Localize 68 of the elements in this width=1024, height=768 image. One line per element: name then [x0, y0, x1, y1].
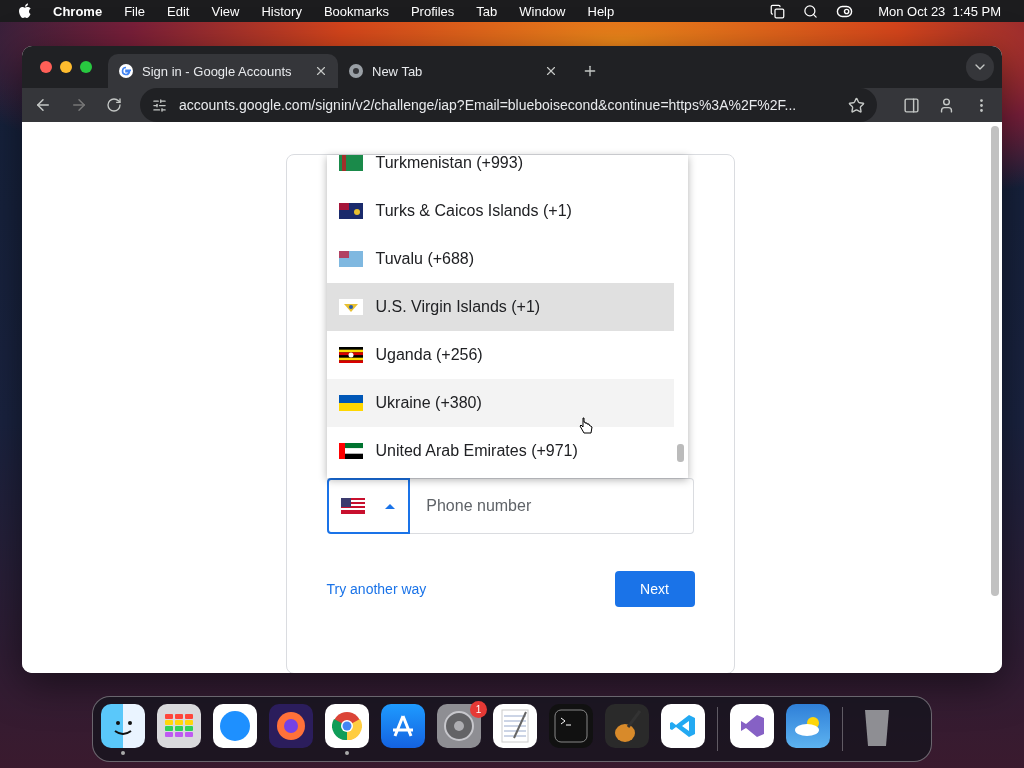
- site-settings-icon[interactable]: [152, 97, 167, 113]
- minimize-window-button[interactable]: [60, 61, 72, 73]
- bookmark-star-icon[interactable]: [848, 96, 865, 114]
- menu-item[interactable]: Chrome: [42, 3, 114, 19]
- flag-icon: [338, 395, 363, 411]
- window-icon[interactable]: [770, 3, 786, 19]
- scrollbar-thumb[interactable]: [677, 444, 684, 462]
- tab-title: Sign in - Google Accounts: [142, 63, 293, 79]
- flag-icon: [338, 299, 363, 315]
- new-tab-button[interactable]: [582, 63, 598, 79]
- browser-tab[interactable]: New Tab: [338, 54, 568, 88]
- apple-icon[interactable]: [18, 3, 32, 19]
- side-panel-icon[interactable]: [903, 96, 920, 114]
- tab-title: New Tab: [372, 63, 424, 79]
- globe-icon: [348, 63, 364, 79]
- menu-item[interactable]: Help: [576, 3, 626, 19]
- menu-item[interactable]: View: [200, 3, 251, 19]
- browser-tab[interactable]: Sign in - Google Accounts: [108, 54, 338, 88]
- launchpad-icon[interactable]: [157, 703, 201, 748]
- finder-icon[interactable]: [101, 703, 145, 748]
- app-store-icon[interactable]: [381, 703, 425, 748]
- flag-icon: [338, 443, 363, 459]
- profile-icon[interactable]: [938, 96, 955, 114]
- hand-cursor-icon: [578, 417, 593, 435]
- notification-badge: 1: [470, 701, 487, 718]
- phone-number-field[interactable]: Phone number: [410, 478, 694, 534]
- flag-icon: [338, 347, 363, 363]
- close-window-button[interactable]: [40, 61, 52, 73]
- country-option[interactable]: U.S. Virgin Islands (+1): [326, 283, 674, 331]
- scrollbar-thumb[interactable]: [991, 126, 999, 596]
- country-option[interactable]: Turkmenistan (+993): [326, 155, 674, 187]
- chrome-icon[interactable]: [325, 703, 369, 748]
- menu-item[interactable]: Edit: [156, 3, 201, 19]
- flag-icon: [338, 203, 363, 219]
- reload-icon[interactable]: [106, 97, 122, 113]
- code-editor-icon[interactable]: [661, 703, 705, 748]
- flag-icon: [338, 155, 363, 171]
- country-selector[interactable]: [326, 478, 411, 534]
- tab-search-button[interactable]: [966, 53, 994, 81]
- forward-icon[interactable]: [70, 96, 88, 114]
- clock: Mon Oct 23 1:45 PM: [877, 3, 1002, 19]
- back-icon[interactable]: [34, 96, 52, 114]
- menu-item[interactable]: Bookmarks: [312, 3, 400, 19]
- terminal-icon[interactable]: [549, 703, 593, 748]
- weather-icon[interactable]: [786, 703, 830, 748]
- close-icon[interactable]: [544, 64, 558, 78]
- menu-item[interactable]: Profiles: [399, 3, 466, 19]
- guitar-icon[interactable]: [605, 703, 649, 748]
- url-text: accounts.google.com/signin/v2/challenge/iap?Email=blueboisecond&continue=https%3A%2F%2F...: [179, 97, 798, 113]
- zoom-window-button[interactable]: [80, 61, 92, 73]
- search-icon[interactable]: [803, 3, 819, 19]
- country-option[interactable]: Ukraine (+380): [326, 379, 674, 427]
- settings-icon[interactable]: [437, 703, 481, 748]
- g-logo-icon: [118, 63, 134, 79]
- address-bar[interactable]: accounts.google.com/signin/v2/challenge/iap?Email=blueboisecond&continue=https%3A%2F%2F...: [140, 88, 877, 122]
- menu-item[interactable]: History: [250, 3, 313, 19]
- caret-icon: [385, 503, 396, 509]
- firefox-icon[interactable]: [269, 703, 313, 748]
- menu-item[interactable]: Tab: [465, 3, 509, 19]
- notepad-icon[interactable]: [493, 703, 537, 748]
- close-icon[interactable]: [314, 64, 328, 78]
- try-another-way-link[interactable]: Try another way: [326, 581, 427, 597]
- flag-icon: [341, 498, 366, 514]
- menu-item[interactable]: File: [113, 3, 157, 19]
- flag-icon: [338, 251, 363, 267]
- visual-studio-icon[interactable]: [730, 703, 774, 748]
- menu-item[interactable]: Window: [508, 3, 577, 19]
- next-button[interactable]: Next: [614, 571, 695, 607]
